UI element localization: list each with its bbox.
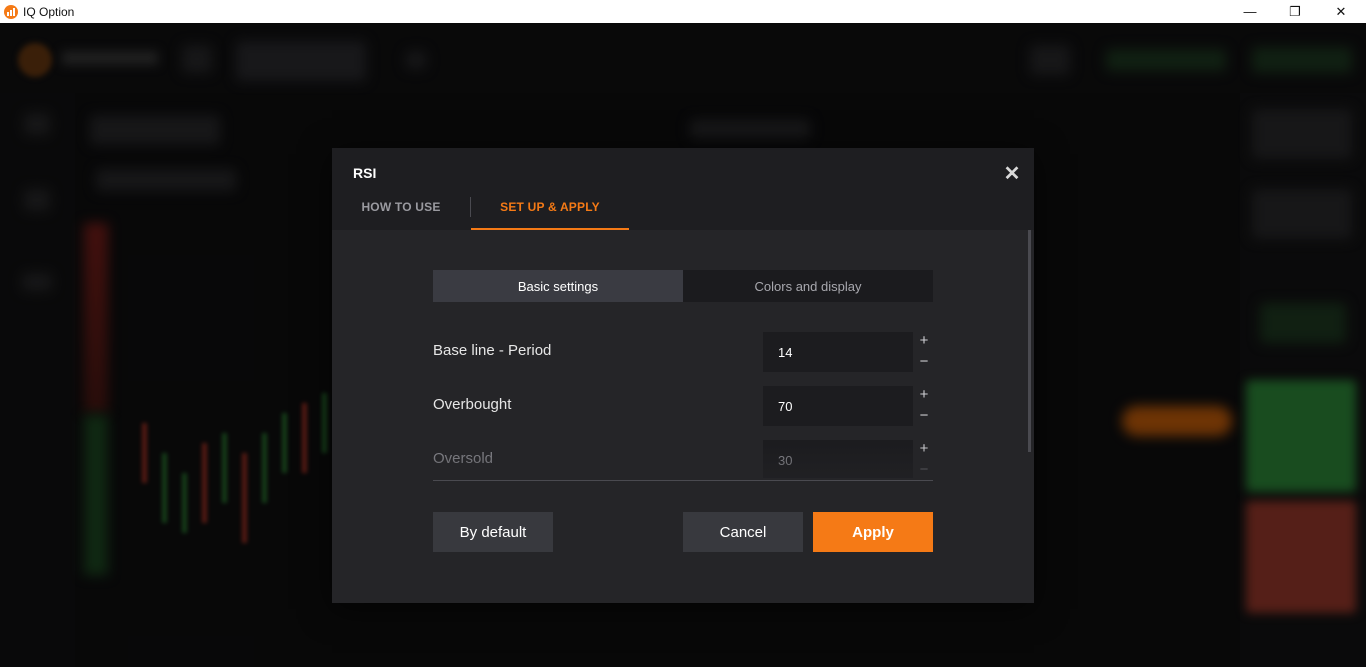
iq-option-logo-icon — [4, 4, 18, 19]
apply-button[interactable]: Apply — [813, 512, 933, 552]
by-default-button[interactable]: By default — [433, 512, 553, 552]
tab-how-to-use[interactable]: HOW TO USE — [356, 191, 446, 230]
settings-segmented-control: Basic settings Colors and display — [433, 270, 933, 302]
dialog-title: RSI — [353, 165, 377, 181]
overbought-row: Overbought + − — [433, 386, 933, 426]
segment-colors-and-display[interactable]: Colors and display — [683, 270, 933, 302]
overbought-input[interactable] — [763, 386, 913, 426]
overbought-increment-button[interactable]: + — [915, 386, 933, 404]
tab-set-up-and-apply[interactable]: SET UP & APPLY — [471, 191, 629, 230]
cancel-button[interactable]: Cancel — [683, 512, 803, 552]
window-close-button[interactable]: ✕ — [1318, 0, 1364, 23]
period-decrement-button[interactable]: − — [915, 353, 933, 371]
oversold-label: Oversold — [433, 450, 494, 467]
window-title: IQ Option — [23, 4, 75, 19]
minimize-button[interactable]: — — [1227, 0, 1273, 23]
footer-separator — [433, 480, 933, 481]
period-row: Base line - Period + − — [433, 332, 933, 372]
window-titlebar: IQ Option — ❐ ✕ — [0, 0, 1366, 23]
rsi-settings-dialog: RSI ✕ HOW TO USE SET UP & APPLY Basic se… — [332, 148, 1034, 603]
overbought-decrement-button[interactable]: − — [915, 407, 933, 425]
dialog-scrollbar[interactable] — [1028, 230, 1031, 452]
period-label: Base line - Period — [433, 342, 552, 359]
close-icon[interactable]: ✕ — [1002, 164, 1022, 184]
segment-basic-settings[interactable]: Basic settings — [433, 270, 683, 302]
restore-button[interactable]: ❐ — [1272, 0, 1318, 23]
oversold-decrement-button[interactable]: − — [915, 461, 933, 478]
oversold-input[interactable] — [763, 440, 913, 478]
period-increment-button[interactable]: + — [915, 332, 933, 350]
dialog-header: RSI ✕ HOW TO USE SET UP & APPLY — [332, 148, 1034, 230]
overbought-label: Overbought — [433, 396, 512, 413]
period-input[interactable] — [763, 332, 913, 372]
oversold-row: Oversold + − — [433, 440, 933, 478]
oversold-increment-button[interactable]: + — [915, 440, 933, 458]
